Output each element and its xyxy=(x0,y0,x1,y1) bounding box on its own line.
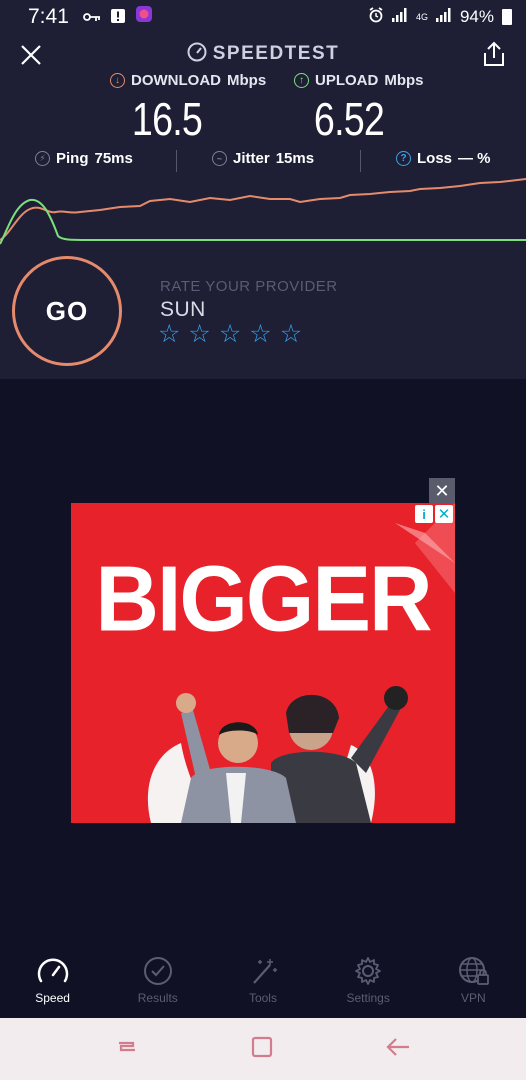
ad-info-icon[interactable]: i xyxy=(415,505,433,523)
nav-item-speed[interactable]: Speed xyxy=(0,948,105,1018)
rate-provider-label: RATE YOUR PROVIDER xyxy=(160,278,338,295)
home-button[interactable] xyxy=(250,1035,274,1064)
app-header: SPEEDTEST xyxy=(0,38,526,72)
magic-wand-icon xyxy=(253,959,277,984)
star-4-icon[interactable]: ☆ xyxy=(249,322,271,347)
nav-label-vpn: VPN xyxy=(461,991,486,1005)
nav-item-settings[interactable]: Settings xyxy=(316,948,421,1018)
nav-item-tools[interactable]: Tools xyxy=(210,948,315,1018)
battery-icon xyxy=(502,9,512,25)
back-button[interactable] xyxy=(385,1035,411,1064)
speedtest-panel: SPEEDTEST ↓ DOWNLOAD Mbps ↑ UPLOAD Mbps … xyxy=(0,34,526,379)
gear-icon xyxy=(355,957,382,985)
system-nav-bar xyxy=(0,1018,526,1080)
app-icon xyxy=(135,5,153,29)
key-icon xyxy=(82,6,101,29)
ping-icon: ⚡ xyxy=(35,151,50,166)
upload-graph-line xyxy=(0,198,526,245)
status-left-icons xyxy=(82,5,153,29)
download-value: 16.5 xyxy=(131,93,203,145)
loss-info-icon: ? xyxy=(396,151,411,166)
upload-value: 6.52 xyxy=(313,93,385,145)
nav-item-vpn[interactable]: VPN xyxy=(421,948,526,1018)
loss-value: — % xyxy=(458,150,491,167)
speed-graph xyxy=(0,178,526,245)
stats-row: ⚡ Ping 75ms ~ Jitter 15ms ? Loss — % xyxy=(0,150,526,174)
status-bar: 7:41 4G 94% xyxy=(0,0,526,34)
upload-label: ↑ UPLOAD Mbps xyxy=(294,72,424,89)
battery-percent: 94% xyxy=(459,7,494,26)
stats-divider xyxy=(176,150,177,172)
rating-stars: ☆ ☆ ☆ ☆ ☆ xyxy=(158,322,302,347)
check-circle-icon xyxy=(143,957,172,985)
nav-label-tools: Tools xyxy=(248,991,277,1005)
alert-icon xyxy=(110,6,125,29)
globe-lock-icon xyxy=(459,957,490,985)
bottom-nav: Speed Results Tools Settings VPN xyxy=(0,948,526,1018)
loss-stat: ? Loss — % xyxy=(396,150,491,167)
nav-label-settings: Settings xyxy=(346,991,390,1005)
download-graph-line xyxy=(0,178,526,241)
download-label-text: DOWNLOAD xyxy=(131,72,221,89)
share-button[interactable] xyxy=(482,40,506,68)
ping-label: Ping xyxy=(56,150,89,167)
ad-illustration xyxy=(147,686,408,823)
jitter-label: Jitter xyxy=(233,150,270,167)
app-title: SPEEDTEST xyxy=(0,42,526,65)
stats-divider xyxy=(360,150,361,172)
jitter-icon: ~ xyxy=(212,151,227,166)
jitter-stat: ~ Jitter 15ms xyxy=(212,150,314,167)
signal-icon xyxy=(391,7,408,27)
provider-name: SUN xyxy=(160,298,206,321)
upload-unit: Mbps xyxy=(384,72,424,89)
ad-close-button[interactable]: ✕ xyxy=(429,478,455,504)
star-3-icon[interactable]: ☆ xyxy=(219,322,241,347)
recent-apps-button[interactable] xyxy=(115,1035,139,1064)
status-right-icons: 4G 94% xyxy=(368,6,512,28)
back-arrow-icon xyxy=(386,1037,409,1056)
upload-label-text: UPLOAD xyxy=(315,72,379,89)
signal-icon-2 xyxy=(435,7,452,27)
jitter-value: 15ms xyxy=(275,150,315,167)
ping-value: 75ms xyxy=(94,150,133,167)
status-time: 7:41 xyxy=(28,5,69,28)
network-type: 4G xyxy=(415,11,428,22)
star-1-icon[interactable]: ☆ xyxy=(158,322,180,347)
alarm-icon xyxy=(368,6,384,28)
ad-headline: BIGGER xyxy=(95,546,432,651)
star-5-icon[interactable]: ☆ xyxy=(280,322,302,347)
star-2-icon[interactable]: ☆ xyxy=(188,322,210,347)
ping-stat: ⚡ Ping 75ms xyxy=(35,150,133,167)
nav-label-results: Results xyxy=(137,991,178,1005)
download-unit: Mbps xyxy=(227,72,267,89)
home-icon xyxy=(251,1036,273,1057)
nav-item-results[interactable]: Results xyxy=(105,948,210,1018)
nav-label-speed: Speed xyxy=(35,991,70,1005)
download-label: ↓ DOWNLOAD Mbps xyxy=(110,72,266,89)
ad-banner[interactable]: i ✕ BIGGER xyxy=(71,503,455,823)
speedtest-logo-icon xyxy=(187,42,207,62)
app-title-text: SPEEDTEST xyxy=(212,43,340,64)
ad-close-icon: ✕ xyxy=(434,480,450,501)
ad-dismiss-icon[interactable]: ✕ xyxy=(435,505,453,523)
upload-arrow-icon: ↑ xyxy=(294,73,309,88)
speed-gauge-icon xyxy=(37,958,68,983)
share-icon xyxy=(484,41,504,66)
download-arrow-icon: ↓ xyxy=(110,73,125,88)
go-button[interactable]: GO xyxy=(12,256,122,366)
recent-apps-icon xyxy=(119,1041,136,1051)
loss-label: Loss xyxy=(417,150,453,167)
